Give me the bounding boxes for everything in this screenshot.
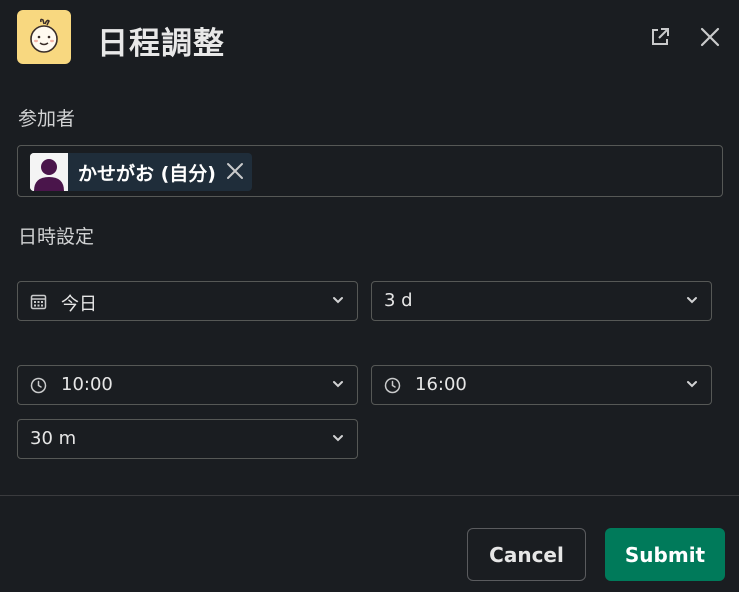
chevron-down-icon: [687, 297, 697, 304]
chevron-down-icon: [333, 297, 343, 304]
submit-button[interactable]: Submit: [605, 528, 725, 581]
modal-header: 日程調整: [0, 0, 739, 78]
slot-length-value: 30 m: [30, 428, 77, 449]
slot-length-select[interactable]: 30 m: [17, 419, 358, 459]
close-icon: [226, 163, 243, 179]
app-icon: [17, 10, 71, 64]
remove-participant-button[interactable]: [226, 160, 244, 184]
end-time-select[interactable]: 16:00: [371, 365, 712, 405]
close-icon: [700, 27, 720, 47]
participants-label: 参加者: [18, 108, 76, 130]
chevron-down-icon: [333, 381, 343, 388]
calendar-icon: [30, 294, 47, 310]
close-button[interactable]: [697, 24, 723, 50]
chevron-down-icon: [333, 435, 343, 442]
smiling-face-icon: [30, 18, 58, 53]
clock-icon: [30, 377, 47, 394]
cancel-button[interactable]: Cancel: [467, 528, 586, 581]
chevron-down-icon: [687, 381, 697, 388]
participant-name: かせがお (自分): [78, 162, 216, 185]
start-time-value: 10:00: [61, 374, 113, 395]
date-select-value: 今日: [61, 294, 97, 315]
participants-multiselect[interactable]: かせがお (自分): [17, 145, 723, 197]
modal-title: 日程調整: [97, 26, 225, 62]
datetime-label: 日時設定: [18, 226, 95, 248]
participant-chip: かせがお (自分): [30, 153, 252, 191]
person-avatar: [30, 153, 68, 191]
duration-days-value: 3 d: [384, 290, 413, 311]
footer-divider: [0, 495, 739, 496]
duration-days-select[interactable]: 3 d: [371, 281, 712, 321]
start-time-select[interactable]: 10:00: [17, 365, 358, 405]
date-select[interactable]: 今日: [17, 281, 358, 321]
external-link-icon: [652, 28, 669, 45]
clock-icon: [384, 377, 401, 394]
open-external-button[interactable]: [647, 24, 673, 50]
end-time-value: 16:00: [415, 374, 467, 395]
